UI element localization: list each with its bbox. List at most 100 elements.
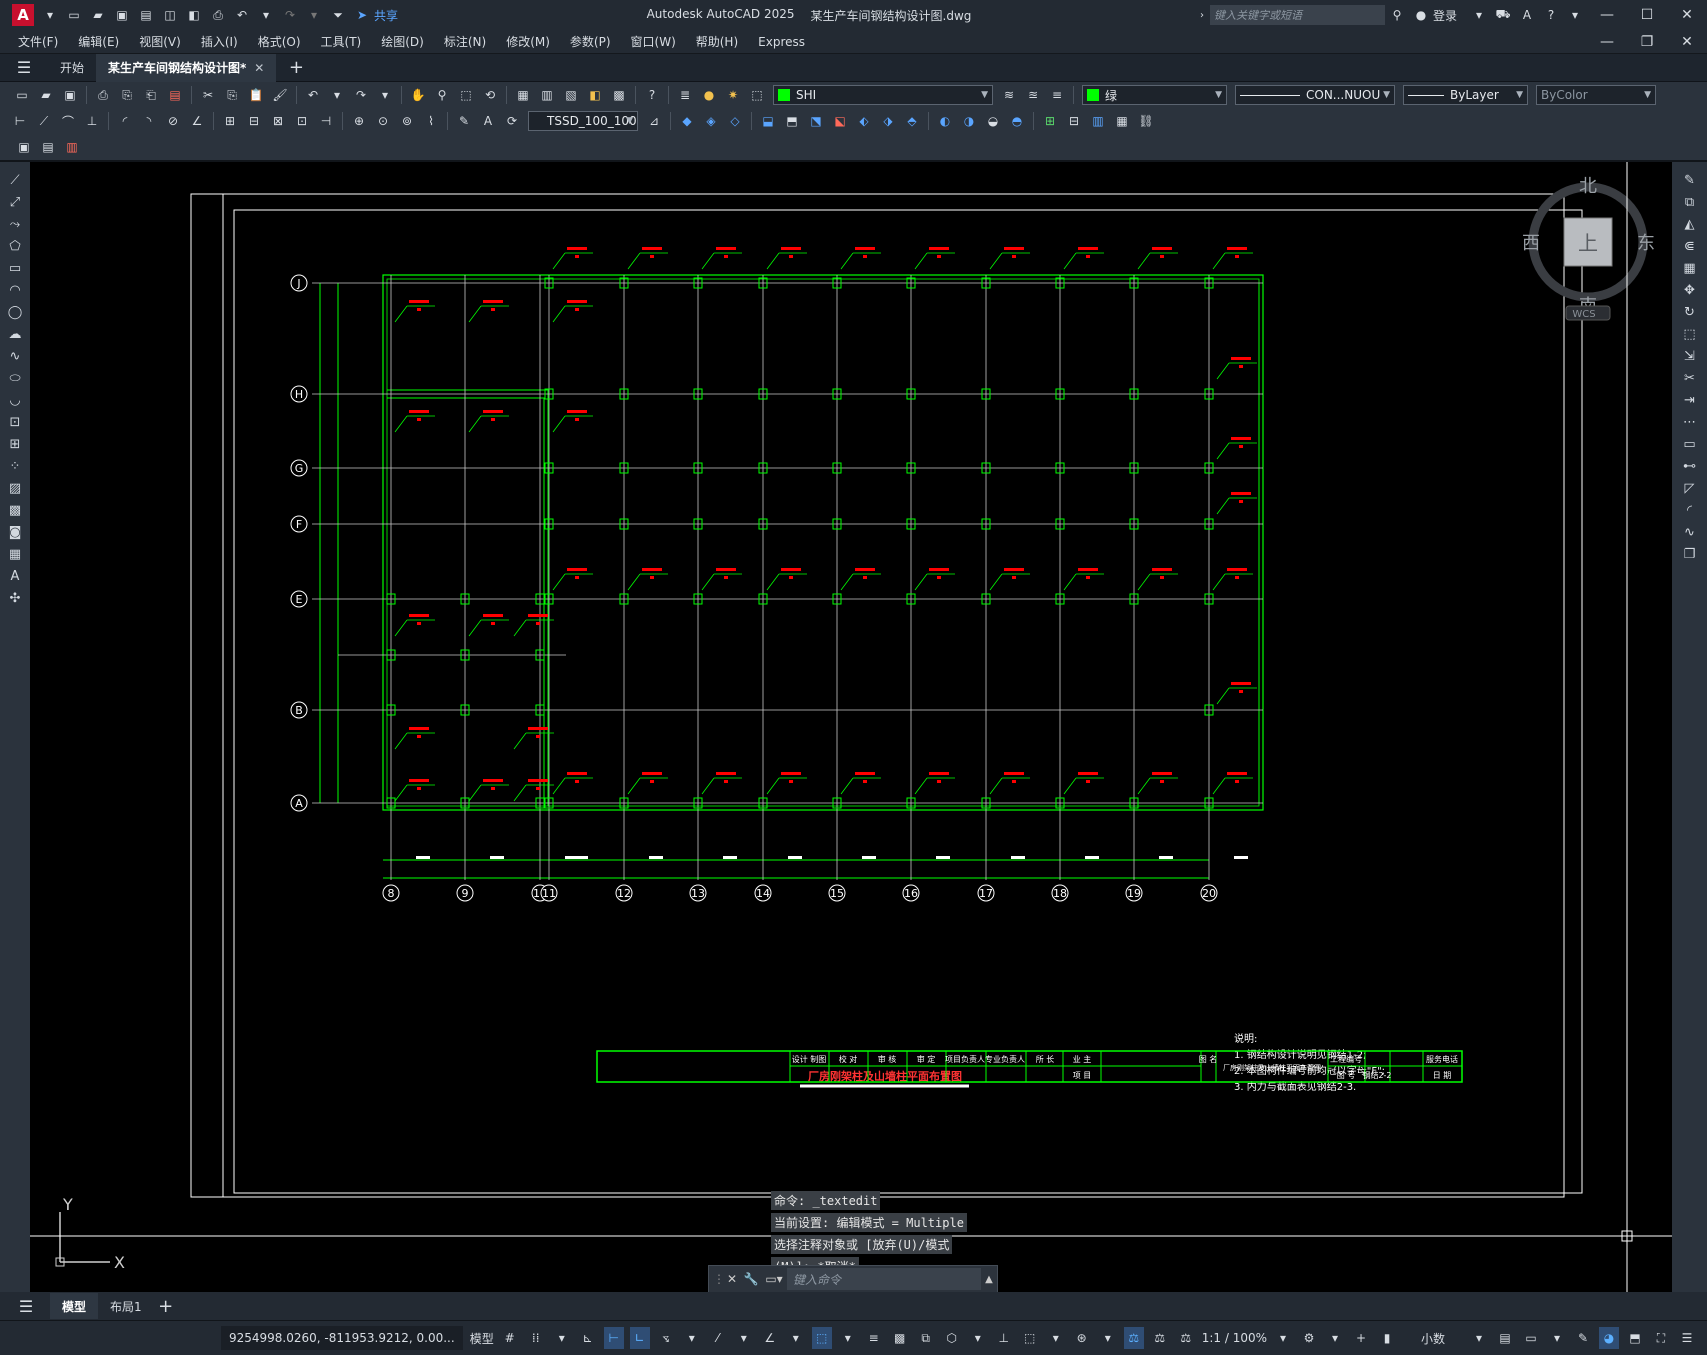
redo-toolbar-icon[interactable]: ↷: [351, 85, 371, 105]
undo-list-icon[interactable]: ▾: [327, 85, 347, 105]
stretch-icon[interactable]: ⇲: [1679, 346, 1701, 366]
attribute-edit-icon[interactable]: ▤: [38, 137, 58, 157]
command-input[interactable]: 键入命令: [787, 1268, 981, 1290]
layer-on-icon[interactable]: ●: [699, 85, 719, 105]
zoom-window-icon[interactable]: ⬚: [456, 85, 476, 105]
dynamic-ucs-icon[interactable]: ⊥: [994, 1327, 1014, 1349]
underlay-icon[interactable]: ▦: [1112, 111, 1132, 131]
snap-mode-icon[interactable]: ⁞⁞: [526, 1327, 546, 1349]
menu-window[interactable]: 窗口(W): [621, 33, 686, 50]
dim-space-icon[interactable]: ⊡: [292, 111, 312, 131]
filter-dropdown-icon[interactable]: ▾: [1046, 1327, 1066, 1349]
polyline-icon[interactable]: ⤳: [4, 214, 26, 234]
redo-list-icon[interactable]: ▾: [375, 85, 395, 105]
dim-arc-icon[interactable]: ⌒: [58, 111, 78, 131]
tab-document[interactable]: 某生产车间钢结构设计图* ✕: [96, 53, 277, 82]
layer-lock-icon[interactable]: ⬚: [747, 85, 767, 105]
ellipse-arc-icon[interactable]: ◡: [4, 390, 26, 410]
hamburger-menu-icon[interactable]: ☰: [14, 58, 34, 78]
autocad-logo[interactable]: A: [12, 4, 34, 26]
polar-dropdown-icon[interactable]: ▾: [682, 1327, 702, 1349]
cmd-recent-icon[interactable]: ▭▾: [761, 1272, 787, 1286]
gizmo-icon[interactable]: ⊛: [1072, 1327, 1092, 1349]
arc-icon[interactable]: ◠: [4, 280, 26, 300]
clean-screen-toggle-icon[interactable]: ⬒: [1625, 1327, 1645, 1349]
chamfer-icon[interactable]: ◸: [1679, 478, 1701, 498]
open-folder-icon[interactable]: ▰: [88, 5, 108, 25]
auto-scale-icon[interactable]: ⚖: [1150, 1327, 1170, 1349]
block-editor-icon[interactable]: ▣: [14, 137, 34, 157]
properties-icon[interactable]: ▦: [513, 85, 533, 105]
redo-icon[interactable]: ↷: [280, 5, 300, 25]
ucs-world-icon[interactable]: ⬒: [782, 111, 802, 131]
circle-icon[interactable]: ◯: [4, 302, 26, 322]
design-center-icon[interactable]: ▥: [537, 85, 557, 105]
dim-edit-icon[interactable]: ✎: [454, 111, 474, 131]
lineweight-dropdown[interactable]: ByLayer ▼: [1403, 85, 1528, 105]
rectangle-icon[interactable]: ▭: [4, 258, 26, 278]
redo-dropdown-icon[interactable]: ▾: [304, 5, 324, 25]
plotstyle-dropdown[interactable]: ByColor ▼: [1536, 85, 1656, 105]
publish-icon[interactable]: ⎗: [141, 85, 161, 105]
menu-tools[interactable]: 工具(T): [311, 33, 372, 50]
ucs-view-icon[interactable]: ⬗: [878, 111, 898, 131]
dim-angular-icon[interactable]: ∠: [187, 111, 207, 131]
tab-start[interactable]: 开始: [48, 54, 96, 82]
minimize-icon[interactable]: —: [1587, 7, 1627, 23]
blend-curves-icon[interactable]: ∿: [1679, 522, 1701, 542]
dim-continue-icon[interactable]: ⊠: [268, 111, 288, 131]
login-link[interactable]: 登录: [1433, 7, 1457, 24]
layer-properties-icon[interactable]: ≣: [675, 85, 695, 105]
plot-icon[interactable]: ⎙: [208, 5, 228, 25]
isodraft-icon[interactable]: ⁄: [708, 1327, 728, 1349]
match-properties-icon[interactable]: 🖌: [270, 85, 290, 105]
model-space-button[interactable]: 模型: [470, 1327, 494, 1349]
point-icon[interactable]: ⁘: [4, 456, 26, 476]
doc-close-icon[interactable]: ✕: [1667, 34, 1707, 50]
osnap-settings-icon[interactable]: ▾: [838, 1327, 858, 1349]
isolate-objects-icon[interactable]: ✎: [1573, 1327, 1593, 1349]
tolerance-icon[interactable]: ⊕: [349, 111, 369, 131]
maximize-icon[interactable]: ☐: [1627, 7, 1667, 23]
menu-file[interactable]: 文件(F): [8, 33, 68, 50]
undo-icon[interactable]: ↶: [232, 5, 252, 25]
close-icon[interactable]: ✕: [1667, 7, 1707, 23]
dim-text-edit-icon[interactable]: A: [478, 111, 498, 131]
clean-screen-icon[interactable]: ⛶: [1651, 1327, 1671, 1349]
customization-icon[interactable]: ☰: [1677, 1327, 1697, 1349]
scale-icon[interactable]: ⬚: [1679, 324, 1701, 344]
lineweight-toggle-icon[interactable]: ≡: [864, 1327, 884, 1349]
orbit-icon[interactable]: ◒: [983, 111, 1003, 131]
polygon-icon[interactable]: ⬠: [4, 236, 26, 256]
erase-icon[interactable]: ✎: [1679, 170, 1701, 190]
new-tab-icon[interactable]: +: [286, 57, 306, 78]
menu-help[interactable]: 帮助(H): [686, 33, 748, 50]
viewcube-east[interactable]: 东: [1637, 233, 1655, 254]
break-icon[interactable]: ▭: [1679, 434, 1701, 454]
open-icon[interactable]: ▰: [36, 85, 56, 105]
3d-osnap-dropdown-icon[interactable]: ▾: [968, 1327, 988, 1349]
dim-jogged-icon[interactable]: ◝: [139, 111, 159, 131]
hatch-icon[interactable]: ▨: [4, 478, 26, 498]
make-block-icon[interactable]: ⊞: [4, 434, 26, 454]
add-layout-icon[interactable]: +: [156, 1296, 176, 1317]
annotation-scale-icon[interactable]: ⚖: [1176, 1327, 1196, 1349]
layer-previous-icon[interactable]: ≊: [1023, 85, 1043, 105]
ucs-face-icon[interactable]: ⬕: [830, 111, 850, 131]
camera-icon[interactable]: ◓: [1007, 111, 1027, 131]
insert-block-icon[interactable]: ⊞: [1040, 111, 1060, 131]
zoom-previous-icon[interactable]: ⟲: [480, 85, 500, 105]
annotation-monitor-icon[interactable]: +: [1351, 1327, 1371, 1349]
zoom-realtime-icon[interactable]: ⚲: [432, 85, 452, 105]
region-icon[interactable]: ◙: [4, 522, 26, 542]
layer-states-icon[interactable]: ≡: [1047, 85, 1067, 105]
construction-line-icon[interactable]: ⤢: [4, 192, 26, 212]
doc-minimize-icon[interactable]: —: [1587, 34, 1627, 50]
view-left-icon[interactable]: ◈: [701, 111, 721, 131]
tool-palettes-icon[interactable]: ▧: [561, 85, 581, 105]
user-icon[interactable]: ●: [1411, 5, 1431, 25]
print-icon[interactable]: ⎙: [93, 85, 113, 105]
view-front-icon[interactable]: ◆: [677, 111, 697, 131]
viewcube-north[interactable]: 北: [1579, 176, 1597, 197]
save-icon[interactable]: ▣: [112, 5, 132, 25]
